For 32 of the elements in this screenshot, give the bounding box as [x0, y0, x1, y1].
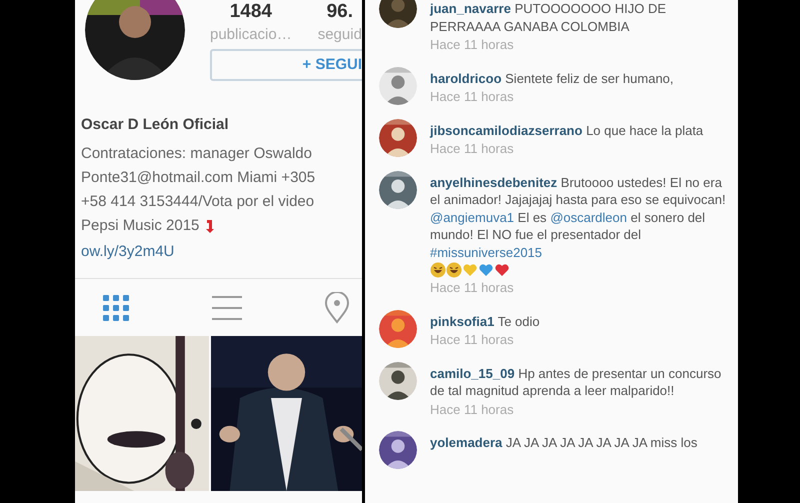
bio-line: Ponte31@hotmail.com Miami +305: [81, 168, 316, 188]
map-pin-icon: [324, 292, 350, 324]
comment-time: Hace 11 horas: [430, 88, 515, 106]
comment-text: pinksofia1 Te odio: [430, 312, 540, 330]
comment-time: Hace 11 horas: [430, 279, 515, 296]
comment-time: Hace 11 horas: [430, 400, 515, 418]
comment-time: Hace 11 horas: [430, 331, 515, 348]
bio-line: +58 414 3153444/Vota por el video: [81, 192, 314, 212]
laughing-face-icon: [446, 262, 462, 278]
menu-icon: [210, 294, 242, 322]
comment-text: juan_navarre PUTOOOOOOO HIJO DE PERRAAAA GANABA COLOMBIA: [430, 0, 668, 35]
arrow-down-icon: [205, 218, 216, 234]
mention-link[interactable]: @angiemuva1: [430, 210, 514, 224]
bio-line: Pepsi Music 2015: [81, 216, 200, 236]
stat-label: seguid: [318, 25, 362, 45]
comment-text: camilo_15_09 Hp antes de presentar un concurso de tal magnitud aprenda a leer malparido!!: [430, 364, 722, 400]
comment-text: yolemadera JA JA JA JA JA JA JA JA miss los: [430, 434, 698, 452]
comment-text: anyelhinesdebenitez Brutoooo ustedes! El no era el animador! Jajajajaj hasta para eso se equivocan! @angiemuva1 El es @oscardleon el sonero del mundo! El NO fue el presentador del #missuniverse2015: [430, 174, 726, 261]
grid-icon: [101, 292, 131, 322]
bio-line: Contrataciones: manager Oswaldo: [81, 144, 312, 164]
profile-name: Oscar D León Oficial: [81, 115, 230, 135]
mention-link[interactable]: #missuniverse2015: [430, 244, 542, 260]
laughing-face-icon: [430, 262, 446, 278]
mention-link[interactable]: @oscardleon: [550, 210, 627, 224]
comment-text: jibsoncamilodiazserrano Lo que hace la plata: [430, 122, 704, 139]
comment-text: haroldricoo Sientete feliz de ser humano,: [430, 70, 674, 87]
comment-time: Hace 11 horas: [430, 36, 515, 54]
stat-count: 96.: [326, 1, 354, 23]
comment-time: Hace 11 horas: [430, 140, 515, 158]
profile-link[interactable]: ow.ly/3y2m4U: [81, 240, 174, 264]
stat-label: publicacio…: [210, 25, 292, 45]
stat-count: 1484: [230, 1, 272, 23]
